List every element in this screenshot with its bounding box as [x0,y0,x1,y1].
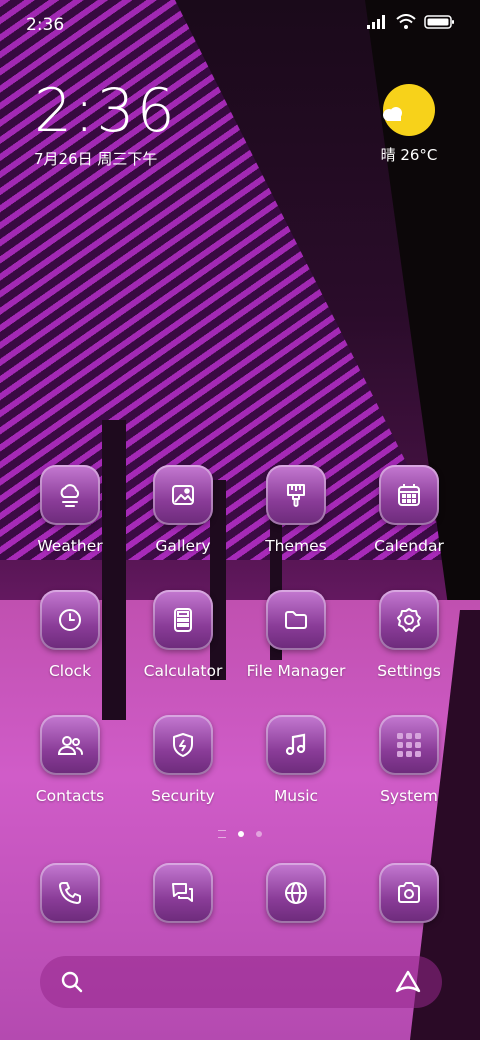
app-clock[interactable]: Clock [20,590,120,680]
search-icon [61,971,83,993]
clock-icon [59,609,81,631]
music-note-icon [285,733,306,756]
weather-widget[interactable]: 晴 26°C [374,84,444,165]
app-label: Contacts [35,787,105,805]
app-label: Calculator [143,662,223,680]
app-folder-system[interactable]: System [359,715,459,805]
page-dot[interactable] [256,831,262,837]
dock-camera[interactable] [359,863,459,923]
app-gallery[interactable]: Gallery [133,465,233,555]
phone-icon [59,882,81,904]
themes-brush-icon [287,484,305,507]
app-label: Gallery [155,537,211,555]
app-label: Music [273,787,319,805]
app-label: File Manager [246,662,346,680]
assistant-icon[interactable] [394,970,422,994]
signal-icon [367,15,385,29]
clock-date: 7月26日 周三下午 [34,150,158,168]
clock-time: 2:36 [34,76,177,146]
clock-widget[interactable]: 2:36 7月26日 周三下午 [34,76,177,169]
status-time: 2:36 [26,15,65,35]
home-screen: 2:36 2:36 7月26日 周三下午 晴 26°C Weather Gall… [0,0,480,1040]
app-label: Weather [37,537,103,555]
app-label: Calendar [374,537,444,555]
dock-phone[interactable] [20,863,120,923]
app-weather[interactable]: Weather [20,465,120,555]
folder-icon [285,611,307,629]
app-settings[interactable]: Settings [359,590,459,680]
page-indicator [0,830,480,838]
app-contacts[interactable]: Contacts [20,715,120,805]
app-label: Themes [265,537,327,555]
camera-icon [398,882,420,903]
app-calendar[interactable]: Calendar [359,465,459,555]
app-file-manager[interactable]: File Manager [246,590,346,680]
search-bar[interactable] [40,956,442,1008]
battery-icon [424,15,454,29]
browser-globe-icon [285,882,307,904]
weather-icon [60,484,80,507]
app-music[interactable]: Music [246,715,346,805]
calendar-icon [398,484,420,506]
weather-text: 晴 26°C [380,146,438,164]
wifi-icon [396,14,416,29]
gear-icon [397,608,421,632]
app-label: System [380,787,438,805]
contacts-icon [57,736,84,755]
sunny-icon [383,84,435,136]
app-label: Security [151,787,215,805]
folder-grid-icon [397,733,421,757]
app-themes[interactable]: Themes [246,465,346,555]
gallery-icon [172,485,194,505]
messages-icon [172,883,193,902]
dock-messages[interactable] [133,863,233,923]
app-label: Settings [377,662,441,680]
app-label: Clock [48,662,92,680]
calculator-icon [174,608,192,632]
feed-page-indicator[interactable] [218,830,226,838]
app-calculator[interactable]: Calculator [133,590,233,680]
page-dot-active[interactable] [238,831,244,837]
shield-icon [173,733,193,757]
status-bar: 2:36 [0,0,480,48]
dock-browser[interactable] [246,863,346,923]
app-security[interactable]: Security [133,715,233,805]
